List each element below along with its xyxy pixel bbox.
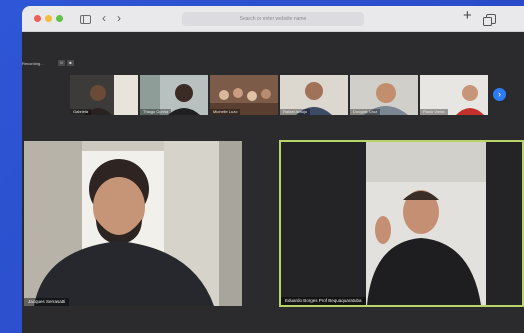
participant-name: Douglas Cruz <box>350 109 381 115</box>
participant-thumbnail[interactable]: Thiago Cunha <box>140 75 208 115</box>
browser-window: ‹ › Search or enter website name + Recor… <box>22 6 524 333</box>
minimize-window-button[interactable] <box>45 15 52 22</box>
participant-thumbnail[interactable]: Rafael Araújo <box>280 75 348 115</box>
participant-name: Michelle Luzo <box>210 109 241 115</box>
new-tab-icon[interactable]: + <box>463 8 472 23</box>
participant-thumbnail[interactable]: Gabriela <box>70 75 138 115</box>
participant-tile[interactable]: Jacques Serrasatti <box>24 141 242 306</box>
participant-thumbnail[interactable]: Michelle Luzo <box>210 75 278 115</box>
participant-name: Thiago Cunha <box>140 109 172 115</box>
participant-video <box>281 142 522 305</box>
tab-overview-icon[interactable] <box>483 14 496 26</box>
stop-recording-button[interactable]: ■ <box>67 60 74 66</box>
participant-name: Gabriela <box>70 109 92 115</box>
participant-name: Rafael Araújo <box>280 109 311 115</box>
close-window-button[interactable] <box>34 15 41 22</box>
sidebar-toggle-icon[interactable] <box>80 15 91 24</box>
pause-recording-button[interactable]: II <box>58 60 65 66</box>
browser-titlebar: ‹ › Search or enter website name + <box>22 6 524 32</box>
participant-thumbnail[interactable]: Paulo Vieira <box>420 75 488 115</box>
active-speaker-tile[interactable]: Eduardo Borges Prof Bequaquaratuba <box>279 140 524 307</box>
participant-video <box>24 141 242 306</box>
participant-name: Jacques Serrasatti <box>24 298 70 306</box>
participant-strip: Gabriela Thiago Cunha Michelle Luzo Rafa… <box>70 75 488 115</box>
back-arrow-icon[interactable]: ‹ <box>102 11 106 25</box>
recording-label: Recording... <box>22 60 44 66</box>
participant-thumbnail[interactable]: Douglas Cruz <box>350 75 418 115</box>
participant-name: Eduardo Borges Prof Bequaquaratuba <box>281 297 366 305</box>
participant-name: Paulo Vieira <box>420 109 448 115</box>
address-bar[interactable]: Search or enter website name <box>182 12 364 26</box>
next-page-icon[interactable]: › <box>493 88 506 101</box>
forward-arrow-icon[interactable]: › <box>117 11 121 25</box>
maximize-window-button[interactable] <box>56 15 63 22</box>
recording-indicator: Recording... II ■ <box>22 58 74 68</box>
